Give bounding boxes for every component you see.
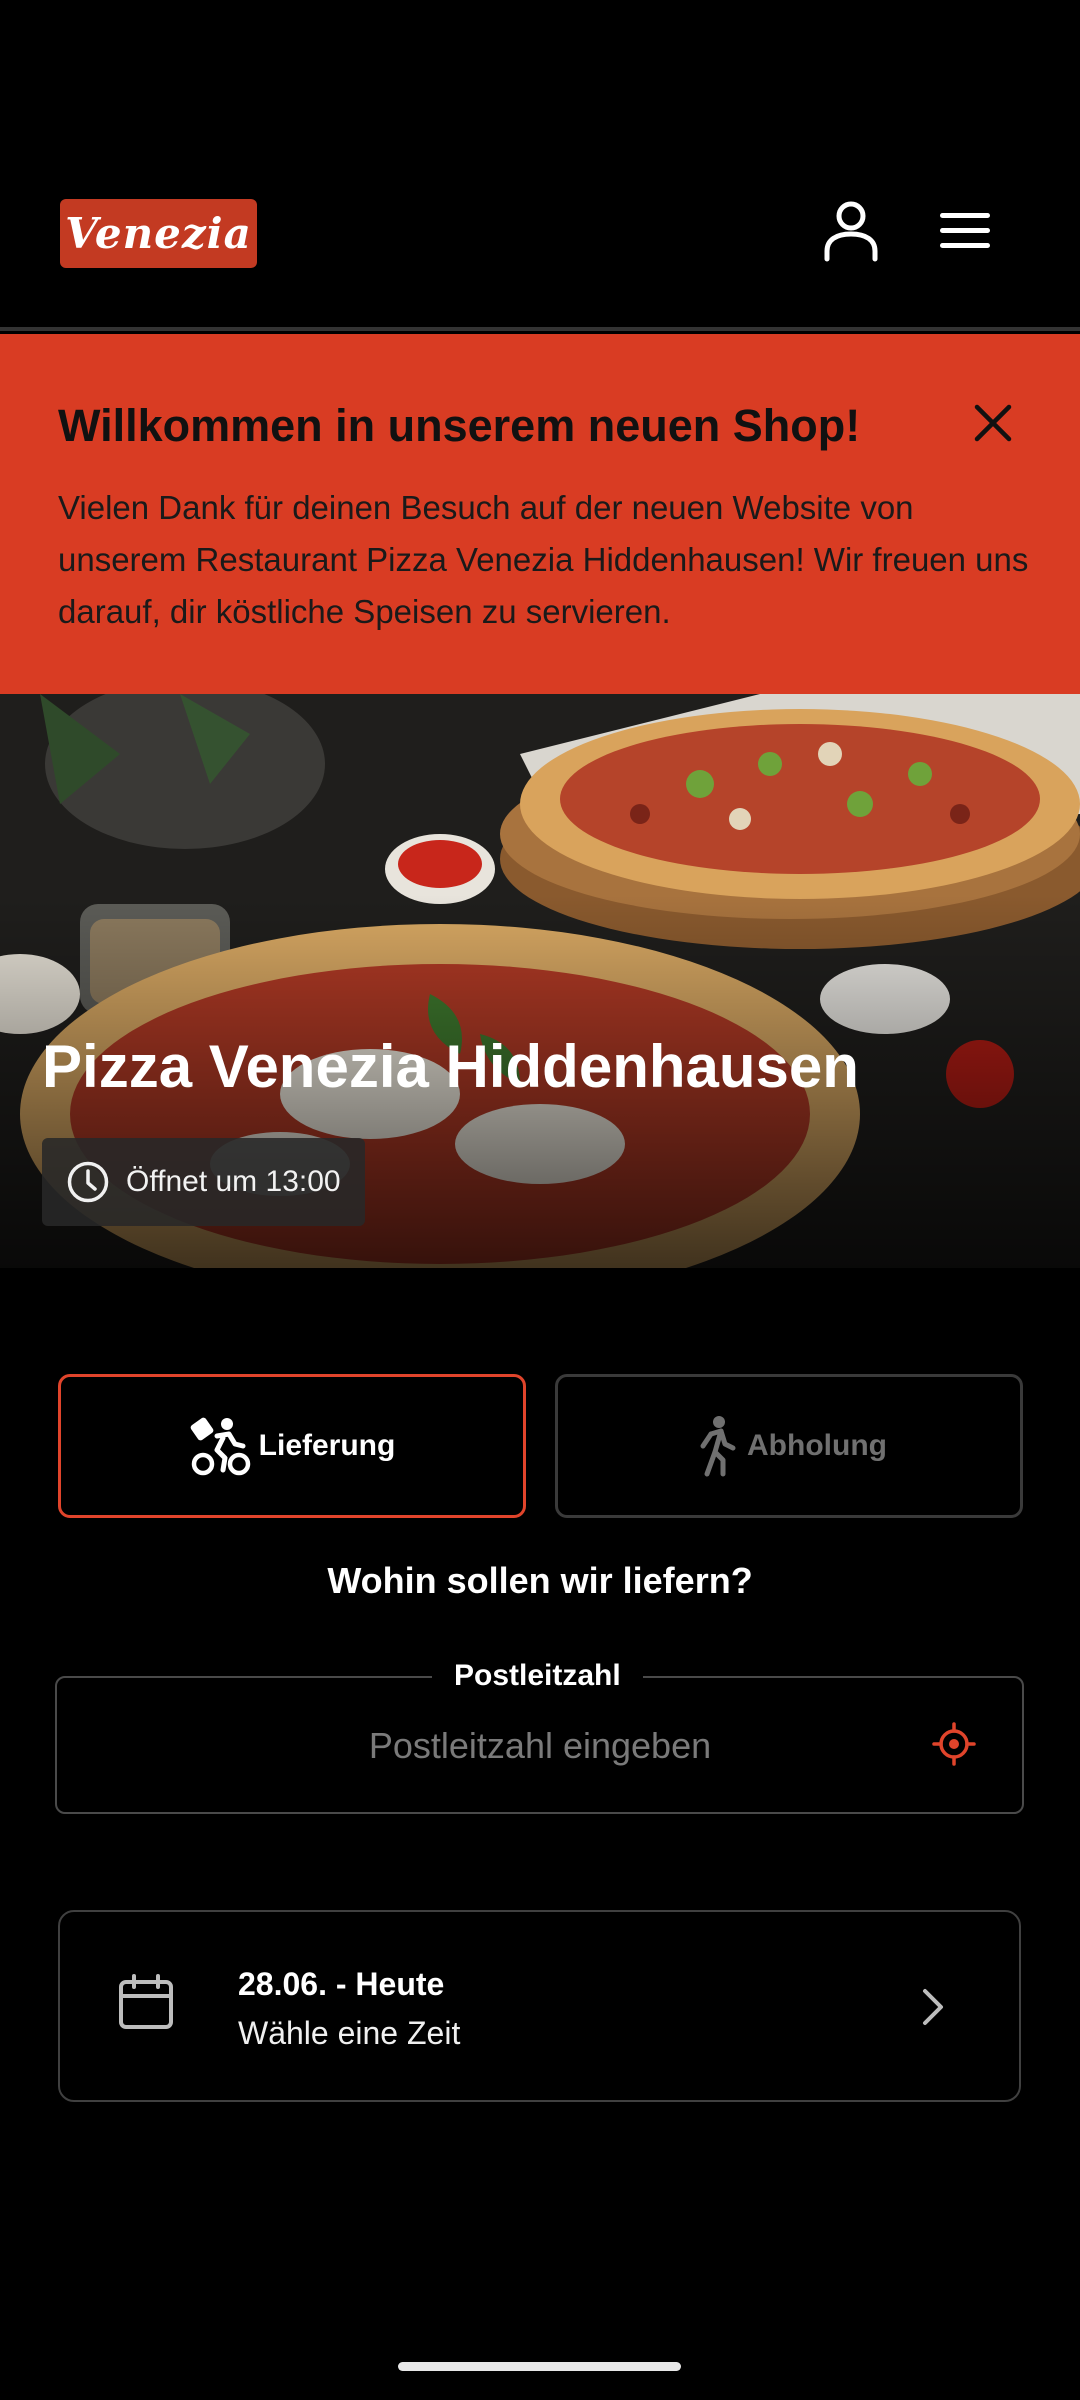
crosshair-location-icon[interactable] (930, 1720, 978, 1768)
opening-time-text: Öffnet um 13:00 (126, 1165, 341, 1198)
schedule-date: 28.06. - Heute (238, 1966, 445, 2002)
logo-text: Venezia (65, 209, 252, 258)
bicycle-delivery-icon (190, 1417, 250, 1476)
postal-code-label: Postleitzahl (432, 1659, 643, 1693)
schedule-card[interactable] (58, 1910, 1021, 2102)
delivery-mode-button[interactable]: Lieferung (58, 1374, 526, 1518)
schedule-time-prompt: Wähle eine Zeit (238, 2015, 461, 2051)
chevron-right-icon[interactable] (912, 1985, 952, 2029)
user-icon[interactable] (816, 196, 886, 266)
header-divider (0, 327, 1080, 331)
banner-title: Willkommen in unserem neuen Shop! (58, 400, 861, 451)
close-icon[interactable] (966, 396, 1020, 450)
delivery-question: Wohin sollen wir liefern? (327, 1560, 753, 1601)
home-indicator[interactable] (398, 2362, 681, 2371)
pickup-label: Abholung (747, 1429, 887, 1462)
opening-time-badge: Öffnet um 13:00 (42, 1138, 365, 1226)
calendar-icon (119, 1974, 173, 2029)
postal-code-input[interactable] (120, 1712, 960, 1780)
venezia-logo[interactable]: Venezia (60, 199, 257, 268)
delivery-label: Lieferung (258, 1429, 396, 1462)
pickup-mode-button[interactable]: Abholung (555, 1374, 1023, 1518)
restaurant-name: Pizza Venezia Hiddenhausen (42, 1033, 859, 1100)
walking-icon (700, 1416, 736, 1477)
banner-text: Vielen Dank für deinen Besuch auf der ne… (58, 489, 1029, 630)
app-header: Venezia (0, 0, 1080, 331)
clock-icon (67, 1161, 109, 1203)
hamburger-menu-icon[interactable] (930, 196, 1000, 266)
